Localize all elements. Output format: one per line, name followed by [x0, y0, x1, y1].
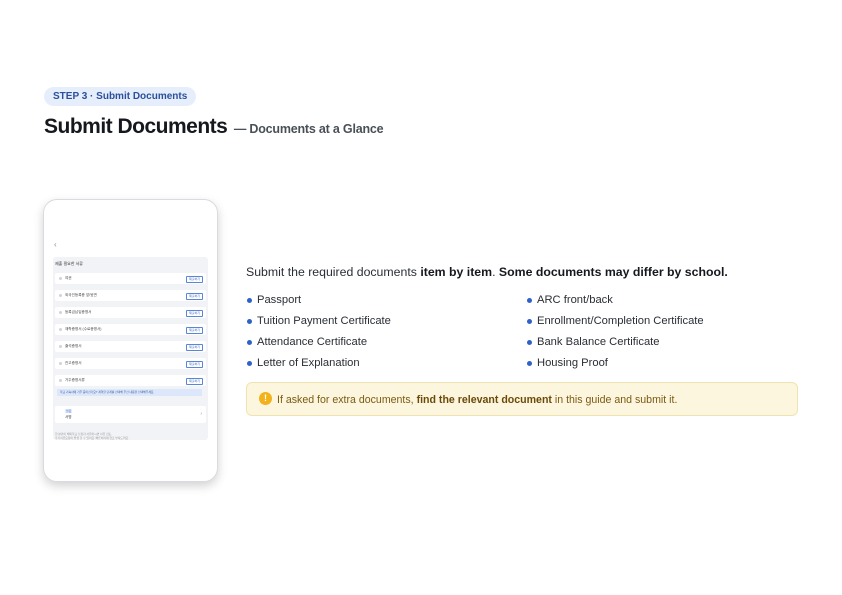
phone-footer: 한 분만이 해외학교 신청자 서류하시면 서류 검토, 추가서류요청이 발생 할… [55, 432, 129, 440]
item-label: ARC front/back [537, 294, 613, 306]
bullet-dot-icon [247, 298, 252, 303]
bullet-dot-icon [527, 361, 532, 366]
list-item: Letter of Explanation [246, 356, 391, 377]
list-item: ARC front/back [526, 293, 704, 314]
page-title-group: Submit Documents — Documents at a Glance [44, 115, 384, 139]
submit-button[interactable]: 제출하기 [186, 276, 203, 283]
item-label: Letter of Explanation [257, 357, 360, 369]
card-text: 서명 [65, 415, 72, 419]
item-label: Enrollment/Completion Certificate [537, 315, 704, 327]
document-row: 잔고증명서 제출하기 [55, 358, 206, 369]
status-dot-icon [59, 345, 62, 348]
item-label: Passport [257, 294, 302, 306]
document-label: 등록금납입증명서 [65, 310, 92, 314]
status-dot-icon [59, 362, 62, 365]
bullet-dot-icon [247, 361, 252, 366]
notice-text: If asked for extra documents, [277, 394, 417, 406]
bullet-dot-icon [527, 319, 532, 324]
page-title: Submit Documents [44, 115, 228, 138]
document-row: 재학증명서 (수료증명서) 제출하기 [55, 324, 206, 335]
intro-separator: . [492, 265, 499, 279]
submit-button[interactable]: 제출하기 [186, 344, 203, 351]
step-badge: STEP 3 · Submit Documents [44, 87, 197, 106]
document-label: 출석증명서 [65, 344, 82, 348]
status-dot-icon [59, 311, 62, 314]
card-tag: 필요 [65, 409, 73, 413]
list-item: Attendance Certificate [246, 335, 391, 356]
document-label: 거주증명서류 [65, 378, 85, 382]
bullet-dot-icon [247, 340, 252, 345]
bullet-dot-icon [527, 340, 532, 345]
document-row: 외국인등록증 앞/뒷면 제출하기 [55, 290, 206, 301]
submit-button[interactable]: 제출하기 [186, 310, 203, 317]
list-item: Tuition Payment Certificate [246, 314, 391, 335]
document-list-left: Passport Tuition Payment Certificate Att… [246, 293, 391, 377]
bullet-dot-icon [527, 298, 532, 303]
item-label: Tuition Payment Certificate [257, 315, 391, 327]
document-label: 재학증명서 (수료증명서) [65, 327, 102, 331]
document-row: 거주증명서류 제출하기 [55, 375, 206, 386]
status-dot-icon [59, 328, 62, 331]
page-subtitle: — Documents at a Glance [233, 122, 384, 136]
signature-card[interactable]: 필요 서명 › [55, 406, 206, 423]
list-item: Bank Balance Certificate [526, 335, 704, 356]
document-row: 출석증명서 제출하기 [55, 341, 206, 352]
submit-button[interactable]: 제출하기 [186, 327, 203, 334]
footer-line: 추가서류요청이 발생 할 수 있어요. 빠른처리에 협조 부탁드려요. [55, 436, 129, 440]
intro-plain: Submit the required documents [246, 265, 421, 279]
document-label: 잔고증명서 [65, 361, 82, 365]
status-dot-icon [59, 277, 62, 280]
status-dot-icon [59, 379, 62, 382]
panel-title: 제출 필요한 서류 [55, 261, 83, 266]
item-label: Housing Proof [537, 357, 608, 369]
document-row: 여권 제출하기 [55, 273, 206, 284]
submit-button[interactable]: 제출하기 [186, 378, 203, 385]
bullet-dot-icon [247, 319, 252, 324]
phone-mockup: ‹ 제출 필요한 서류 여권 제출하기 외국인등록증 앞/뒷면 제출하기 등록금납입증명… [43, 199, 218, 482]
document-list-right: ARC front/back Enrollment/Completion Cer… [526, 293, 704, 377]
dormitory-note: 학교 기숙사에 거주 중이신가요? 계약할 단계를 선택해 주신 내용을 선택해… [57, 389, 202, 396]
chevron-left-icon[interactable]: ‹ [54, 240, 57, 249]
notice-message: If asked for extra documents, find the r… [277, 394, 677, 406]
status-dot-icon [59, 294, 62, 297]
document-label: 여권 [65, 276, 72, 280]
intro-emphasis: item by item [420, 265, 493, 279]
chevron-right-icon: › [200, 411, 202, 417]
item-label: Attendance Certificate [257, 336, 368, 348]
submit-button[interactable]: 제출하기 [186, 293, 203, 300]
intro-text: Submit the required documents item by it… [246, 265, 728, 279]
document-label: 외국인등록증 앞/뒷면 [65, 293, 97, 297]
notice-text-end: in this guide and submit it. [551, 394, 678, 406]
list-item: Housing Proof [526, 356, 704, 377]
document-row: 등록금납입증명서 제출하기 [55, 307, 206, 318]
warning-icon: ! [259, 392, 272, 405]
document-panel: 제출 필요한 서류 여권 제출하기 외국인등록증 앞/뒷면 제출하기 등록금납입증명서 제… [53, 257, 208, 440]
intro-emphasis-2: Some documents may differ by school. [498, 265, 728, 279]
notice-box: ! If asked for extra documents, find the… [246, 382, 798, 416]
item-label: Bank Balance Certificate [537, 336, 660, 348]
submit-button[interactable]: 제출하기 [186, 361, 203, 368]
notice-emphasis: find the relevant document [416, 394, 552, 406]
list-item: Passport [246, 293, 391, 314]
list-item: Enrollment/Completion Certificate [526, 314, 704, 335]
